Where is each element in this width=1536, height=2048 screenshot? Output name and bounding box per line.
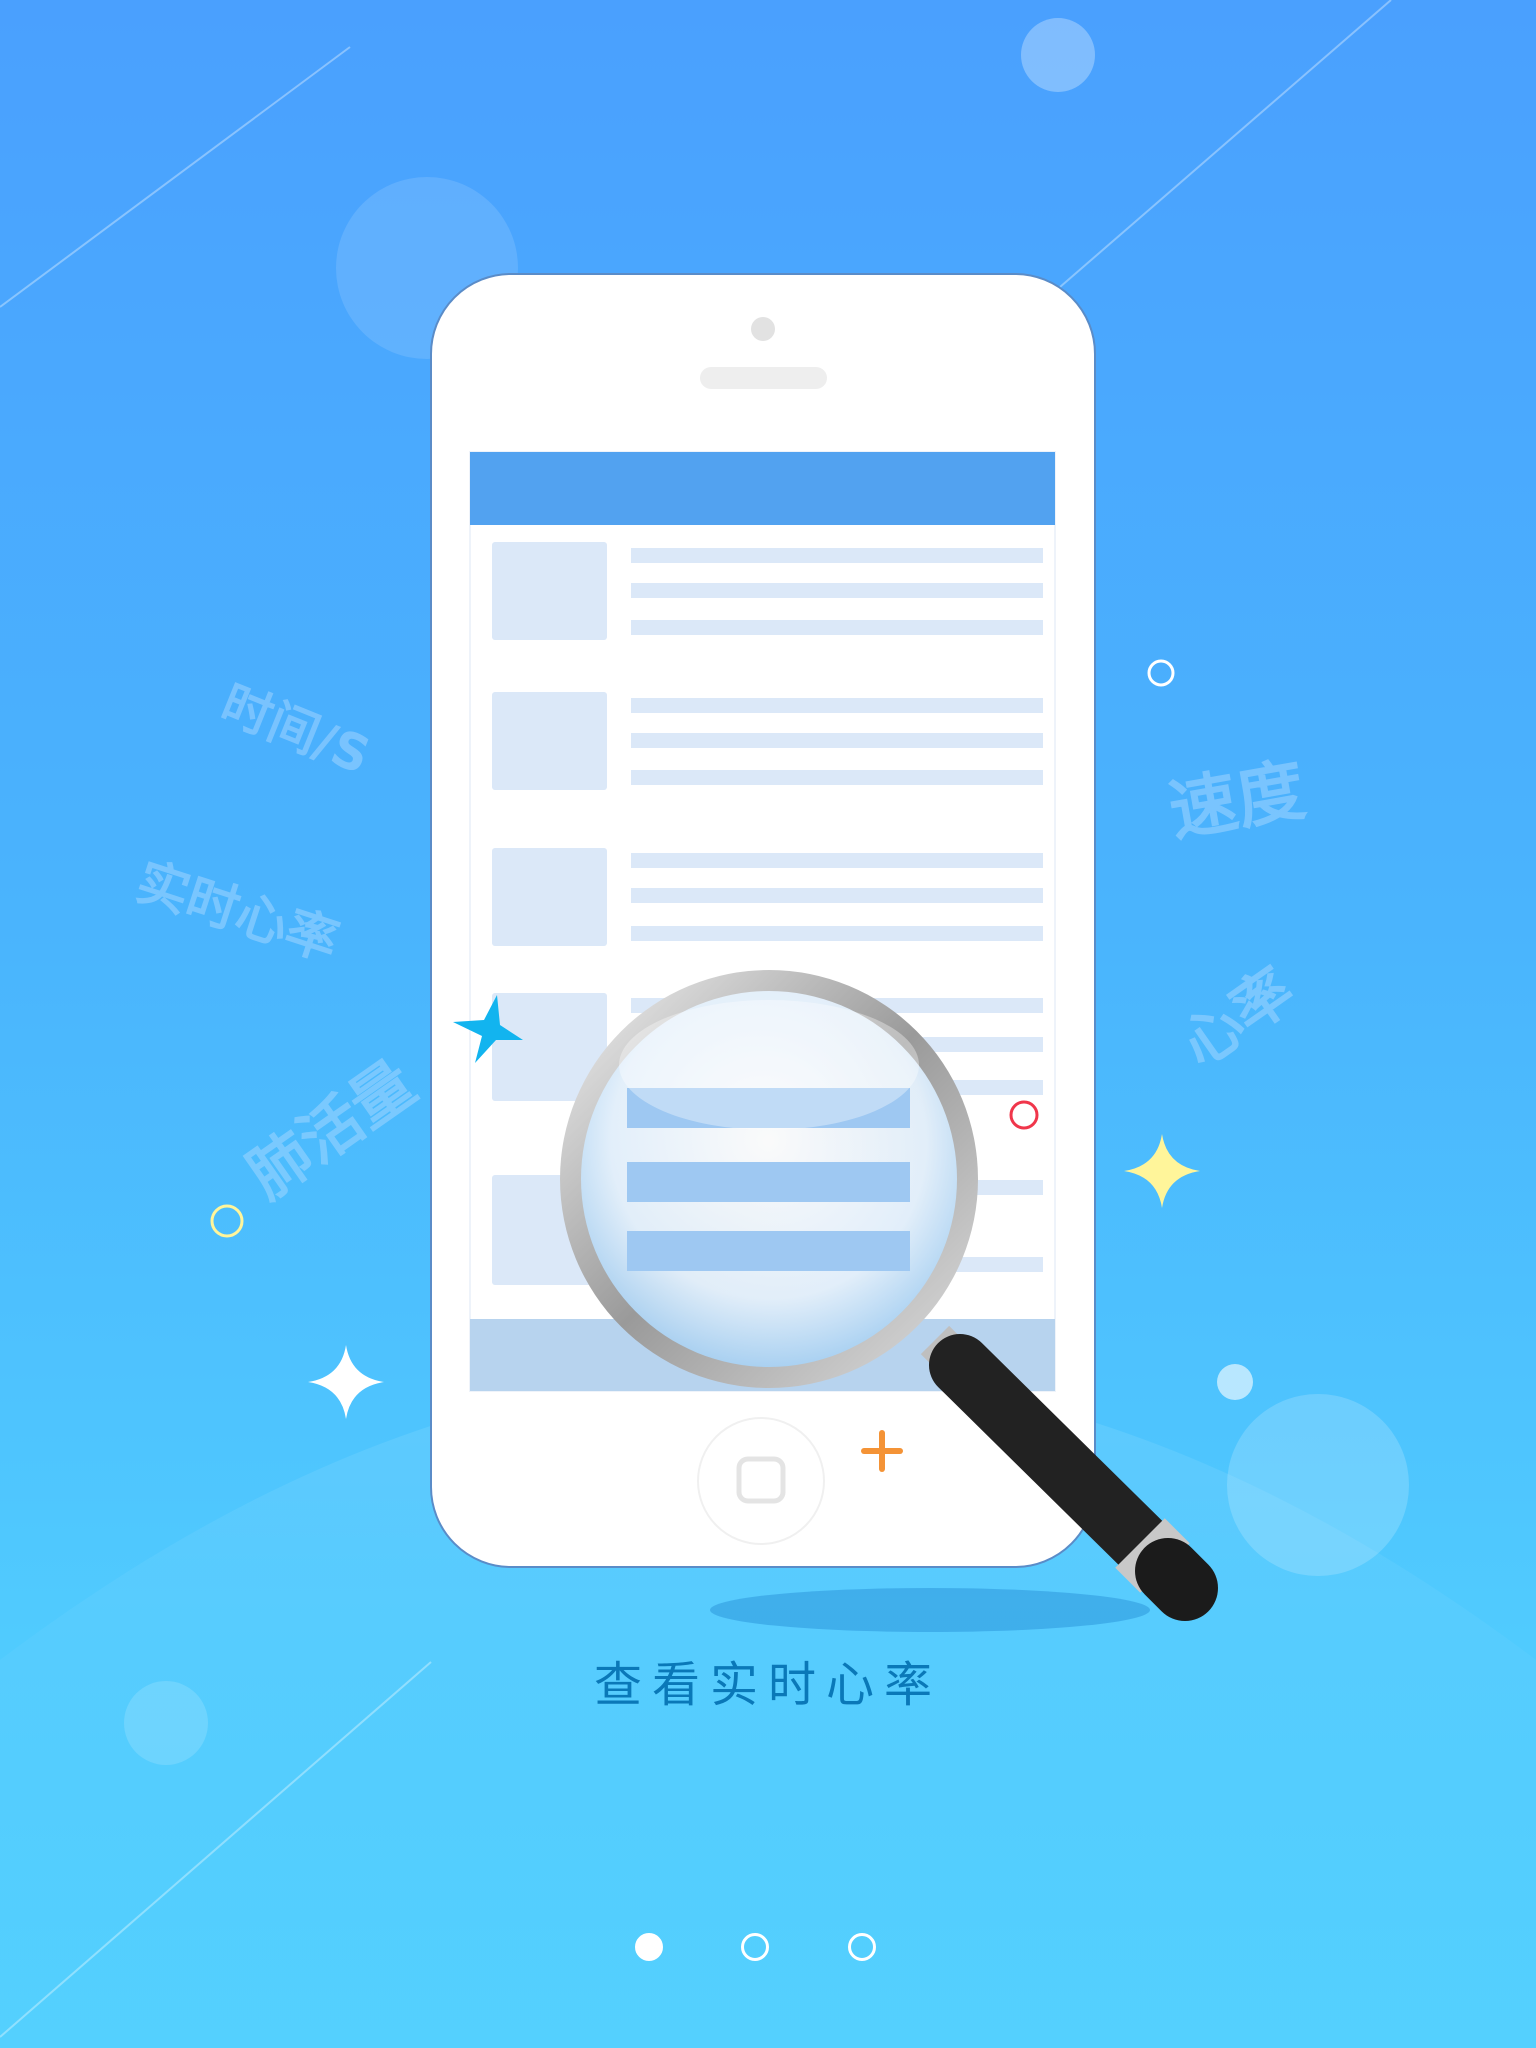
page-caption: 查看实时心率 [593,1657,942,1713]
home-button-icon [697,1417,825,1545]
screen-header [470,452,1055,525]
ring-icon [1147,659,1175,687]
ring-icon [210,1204,244,1238]
sparkle-icon [308,1345,384,1419]
pager-dot-1[interactable] [635,1933,663,1961]
camera [751,317,775,341]
speaker [700,367,827,389]
illustration [0,0,1536,2048]
sparkle-icon [1124,1134,1200,1208]
pager-dots [0,1933,1536,1961]
pager-dot-3[interactable] [848,1933,876,1961]
pager-dot-2[interactable] [741,1933,769,1961]
onboarding-page: 时间/S 实时心率 肺活量 速度 心率 查看实时心率 [0,0,1536,2048]
